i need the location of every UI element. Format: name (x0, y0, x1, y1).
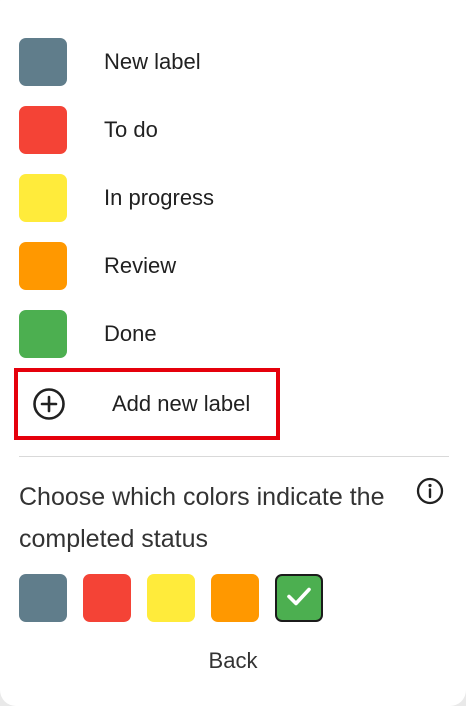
add-new-label-button[interactable]: Add new label (14, 368, 280, 440)
label-name[interactable]: To do (104, 118, 158, 142)
completed-color-option[interactable] (147, 574, 195, 622)
section-divider (19, 456, 449, 457)
label-row-to-do[interactable]: To do (19, 106, 449, 154)
completed-color-option[interactable] (19, 574, 67, 622)
completed-color-options (19, 574, 339, 622)
add-new-label-text: Add new label (112, 391, 251, 416)
back-button[interactable]: Back (183, 644, 283, 678)
label-row-new-label[interactable]: New label (19, 38, 449, 86)
label-color-swatch[interactable] (19, 38, 67, 86)
label-name[interactable]: New label (104, 50, 201, 74)
label-color-swatch[interactable] (19, 174, 67, 222)
label-color-swatch[interactable] (19, 106, 67, 154)
completed-status-heading: Choose which colors indicate the complet… (19, 483, 385, 553)
label-name[interactable]: Review (104, 254, 176, 278)
label-name[interactable]: Done (104, 322, 157, 346)
label-color-swatch[interactable] (19, 242, 67, 290)
label-row-review[interactable]: Review (19, 242, 449, 290)
label-row-done[interactable]: Done (19, 310, 449, 358)
label-name[interactable]: In progress (104, 186, 214, 210)
checkmark-icon (284, 581, 314, 616)
plus-circle-icon (32, 387, 66, 421)
label-color-swatch[interactable] (19, 310, 67, 358)
completed-color-option[interactable] (83, 574, 131, 622)
label-row-in-progress[interactable]: In progress (19, 174, 449, 222)
info-icon[interactable] (416, 477, 444, 505)
completed-color-option[interactable] (211, 574, 259, 622)
completed-color-option-selected[interactable] (275, 574, 323, 622)
